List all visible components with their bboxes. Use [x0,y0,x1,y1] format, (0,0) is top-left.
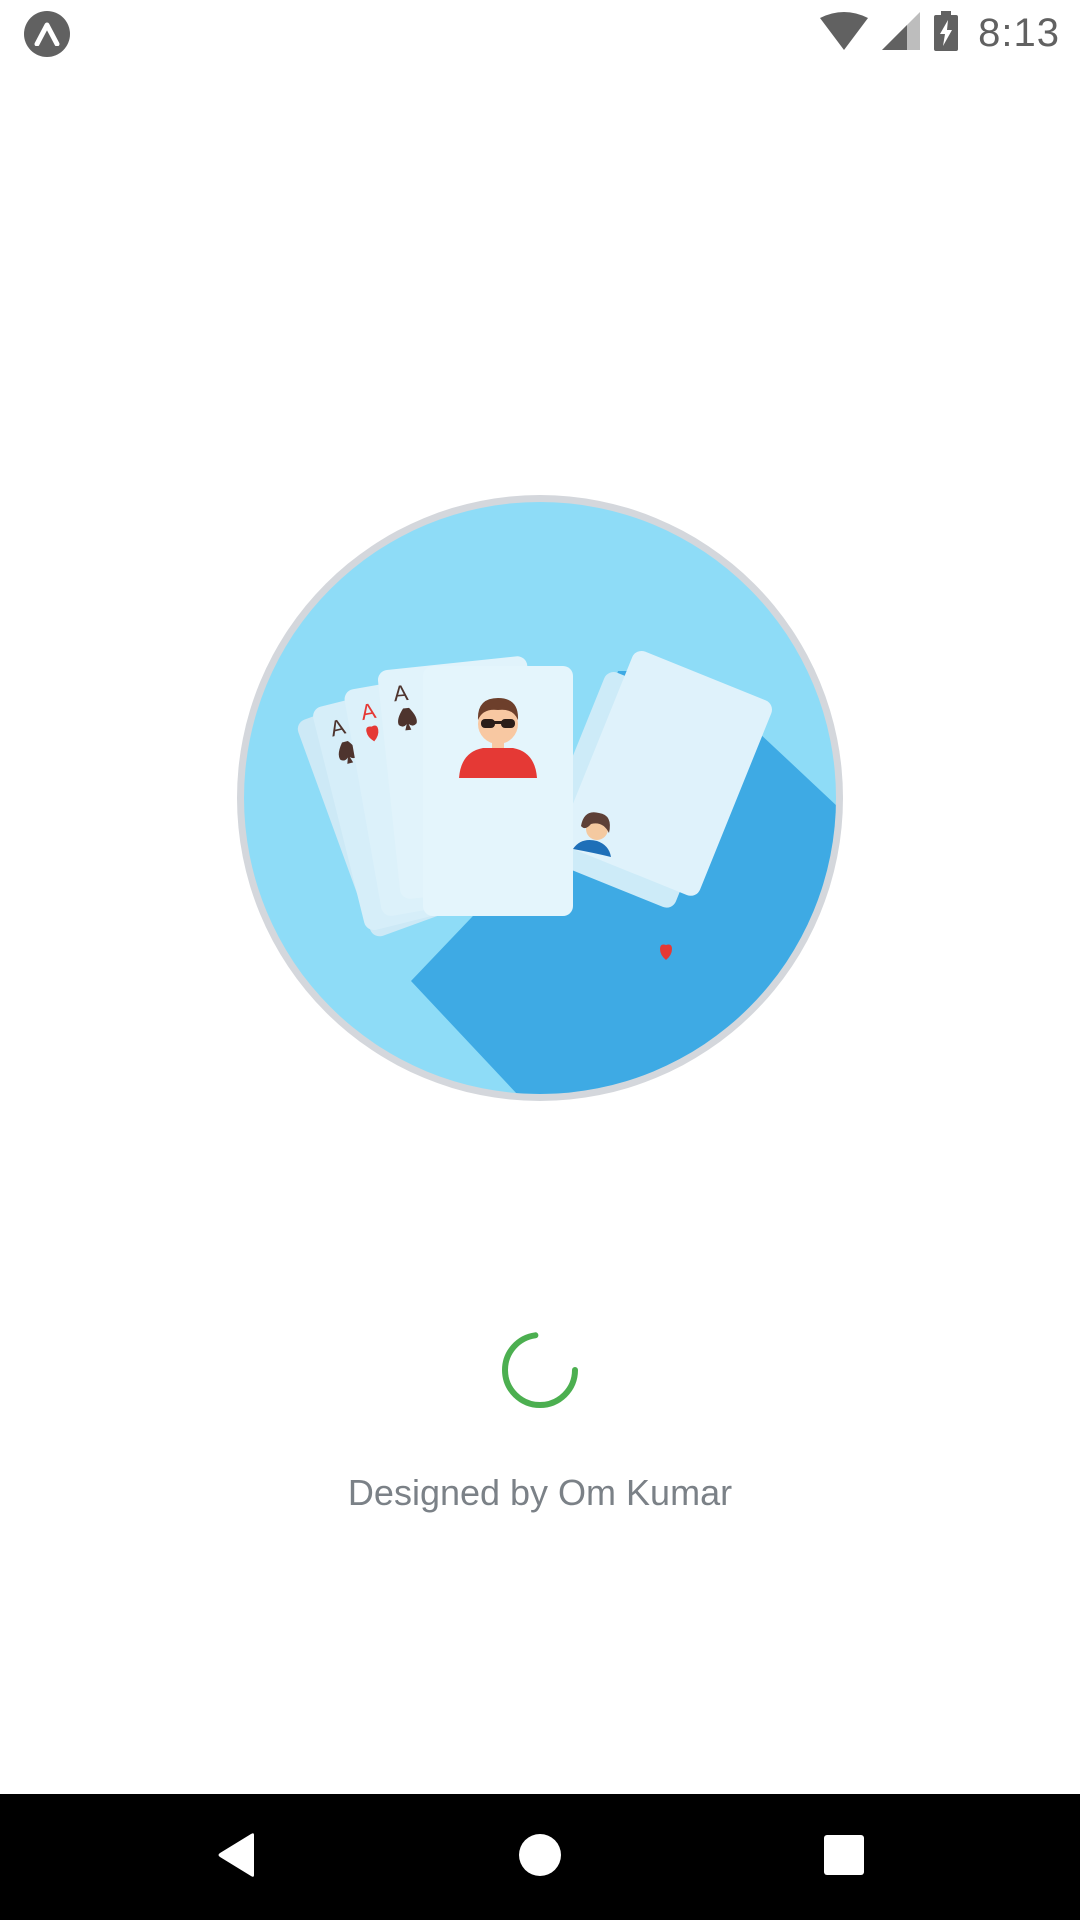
home-icon [518,1833,562,1882]
status-icons: 8:13 [820,6,1060,60]
status-time: 8:13 [978,10,1060,55]
expo-icon [24,11,70,57]
app-logo: A A A [233,491,847,1105]
splash-screen: 8:13 A A A Designed by Om Kumar [0,0,1080,1920]
back-button[interactable] [156,1794,316,1920]
wifi-icon [820,11,869,55]
cell-signal-icon [882,11,921,55]
navigation-bar [0,1794,1080,1920]
back-icon [216,1832,256,1883]
designer-credit: Designed by Om Kumar [347,1472,733,1513]
status-bar: 8:13 [0,0,1080,66]
battery-charging-icon [934,10,959,56]
recents-icon [824,1834,864,1880]
home-button[interactable] [460,1794,620,1920]
loading-spinner [500,1330,580,1410]
splash-content: A A A Designed by Om Kumar [0,66,1080,1794]
card-rank-label: A [392,680,410,706]
recents-button[interactable] [764,1794,924,1920]
